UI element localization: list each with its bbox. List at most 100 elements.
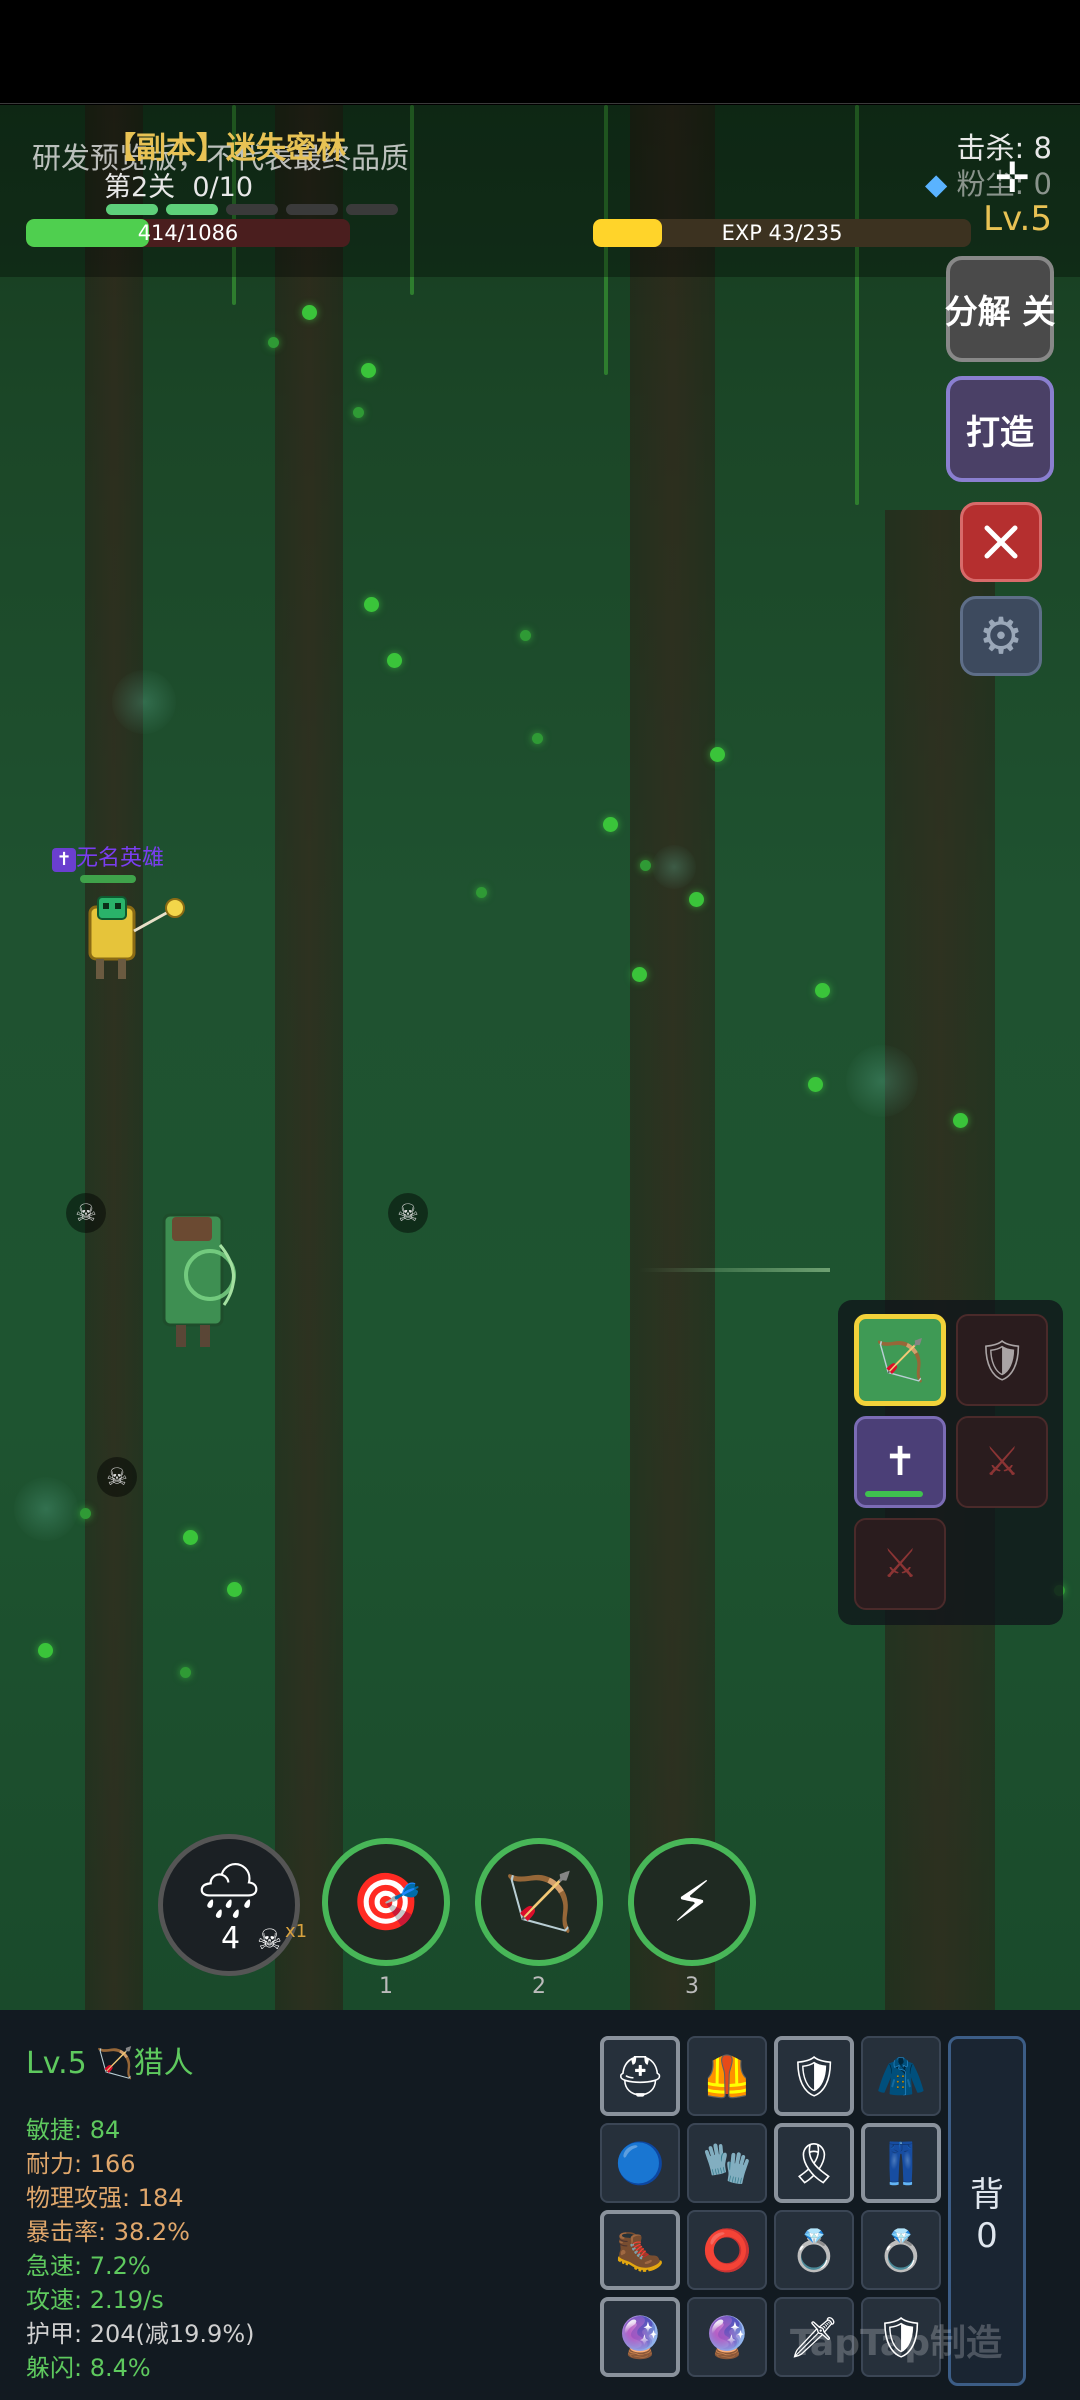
stat-line: 暴击率: 38.2% — [26, 2218, 190, 2246]
cross-icon: ✝ — [883, 1439, 917, 1485]
equipment-slot[interactable]: ⛑ — [600, 2036, 680, 2116]
slot-bow[interactable]: 🏹 — [854, 1314, 946, 1406]
equipment-slot[interactable]: ⭕ — [687, 2210, 767, 2290]
stage-segment — [286, 204, 338, 215]
skill-hotkey: 3 — [685, 1974, 699, 1999]
skull-icon: ☠ — [257, 1923, 283, 1956]
spore-particle — [180, 1667, 191, 1678]
forge-button[interactable]: 打造 — [946, 376, 1054, 482]
equipment-slot[interactable]: 💍 — [774, 2210, 854, 2290]
ambient-glow — [112, 670, 176, 734]
decompose-toggle-button[interactable]: 分解 关 — [945, 256, 1055, 362]
skill-button-2[interactable]: 🏹 — [475, 1838, 603, 1966]
character-panel: Lv.5 🏹猎人 敏捷: 84 耐力: 166 物理攻强: 184 暴击率: 38.2… — [0, 2010, 1080, 2400]
equipment-slot[interactable]: 🧤 — [687, 2123, 767, 2203]
powder-count: ◆ 粉尘: 0 — [925, 167, 1052, 201]
equipment-slot[interactable]: 🦺 — [687, 2036, 767, 2116]
equipment-slot[interactable]: 🔵 — [600, 2123, 680, 2203]
cloak-icon: 🧥 — [876, 2053, 926, 2100]
slot-cross[interactable]: ✝ — [854, 1416, 946, 1508]
ring-icon: 💍 — [789, 2227, 839, 2274]
stage-segment — [166, 204, 218, 215]
bag-count: 0 — [976, 2215, 998, 2256]
skill-hotkey: 1 — [379, 1974, 393, 1999]
stat-line: 急速: 7.2% — [26, 2252, 151, 2280]
boots-icon: 🥾 — [615, 2227, 665, 2274]
player-hunter-sprite[interactable] — [150, 1205, 250, 1355]
settings-button[interactable]: ⚙ — [960, 596, 1042, 676]
equipment-slot[interactable]: 🔮 — [600, 2297, 680, 2377]
stage-label: 第2关 0/10 — [104, 172, 253, 203]
ambient-glow — [652, 845, 696, 889]
chest-armor-icon: 🛡 — [788, 2053, 840, 2100]
skull-multiplier: x1 — [285, 1921, 308, 1942]
spore-particle — [532, 733, 543, 744]
stat-line: 敏捷: 84 — [26, 2116, 121, 2144]
spore-particle — [815, 983, 830, 998]
stat-line: 攻速: 2.19/s — [26, 2286, 164, 2314]
close-icon — [984, 525, 1018, 559]
shield-locked-icon: 🛡 — [976, 1337, 1028, 1384]
spore-particle — [632, 967, 647, 982]
hero-sprite[interactable] — [80, 885, 200, 995]
spore-particle — [80, 1508, 91, 1519]
spore-particle — [353, 407, 364, 418]
belt-icon: 🎗 — [788, 2140, 840, 2187]
spore-particle — [183, 1530, 198, 1545]
spore-particle — [387, 653, 402, 668]
equipment-slot[interactable]: 🧥 — [861, 2036, 941, 2116]
equipment-slot[interactable]: 💍 — [861, 2210, 941, 2290]
skill-button-3[interactable]: ⚡ — [628, 1838, 756, 1966]
watermark: TapTap制造 — [790, 2323, 1002, 2364]
tree-trunk — [885, 510, 995, 2010]
target-icon: 🎯 — [351, 1870, 421, 1935]
orb-icon: 🔮 — [615, 2314, 665, 2361]
skill-button-1[interactable]: 🎯 — [322, 1838, 450, 1966]
bow-icon: 🏹 — [96, 2046, 134, 2081]
stat-line: 躲闪: 8.4% — [26, 2354, 151, 2382]
game-world[interactable]: ☠ ☠ ☠ ✝ 无名英雄 — [0, 105, 1080, 2010]
equipment-slot[interactable]: 👖 — [861, 2123, 941, 2203]
spore-particle — [710, 747, 725, 762]
stat-line: 耐力: 166 — [26, 2150, 136, 2178]
hp-bar: 414/1086 — [26, 219, 350, 247]
spore-particle — [808, 1077, 823, 1092]
weather-skill[interactable]: 🌧 4 ☠ x1 — [158, 1834, 307, 1976]
spore-particle — [361, 363, 376, 378]
dungeon-title: 【副本】迷失密林 — [106, 131, 346, 166]
arrow-projectile — [640, 1268, 830, 1272]
skill-hotkey: 2 — [532, 1974, 546, 1999]
ambient-glow — [14, 1477, 78, 1541]
stat-line: 物理攻强: 184 — [26, 2184, 184, 2212]
bracers-icon: 🧤 — [702, 2140, 752, 2187]
slot-locked[interactable]: ⚔ — [956, 1416, 1048, 1508]
spore-particle — [227, 1582, 242, 1597]
player-level: Lv.5 — [983, 199, 1052, 239]
stage-segment — [226, 204, 278, 215]
slot-locked-shield[interactable]: 🛡 — [956, 1314, 1048, 1406]
ring-icon: ⭕ — [702, 2227, 752, 2274]
tree-trunk — [275, 105, 343, 2010]
bag-label: 背 — [970, 2174, 1004, 2215]
stage-segment — [106, 204, 158, 215]
spore-particle — [364, 597, 379, 612]
tree-trunk — [85, 105, 143, 2010]
equipment-slot[interactable]: 🛡 — [774, 2036, 854, 2116]
fullscreen-icon[interactable]: ✛ — [995, 153, 1030, 202]
equipment-slot[interactable]: 🎗 — [774, 2123, 854, 2203]
equipment-slot[interactable]: 🔮 — [687, 2297, 767, 2377]
equipment-slot[interactable]: 🥾 — [600, 2210, 680, 2290]
stage-segment — [346, 204, 398, 215]
spore-particle — [38, 1643, 53, 1658]
spore-particle — [476, 887, 487, 898]
cross-icon: ✝ — [52, 848, 76, 872]
ambient-glow — [846, 1045, 918, 1117]
close-button[interactable] — [960, 502, 1042, 582]
helmet-icon: ⛑ — [614, 2053, 666, 2100]
bow-icon: 🏹 — [875, 1337, 925, 1384]
shoulders-icon: 🦺 — [702, 2053, 752, 2100]
slot-progress — [865, 1491, 923, 1497]
slot-locked[interactable]: ⚔ — [854, 1518, 946, 1610]
spore-particle — [603, 817, 618, 832]
amulet-icon: 🔵 — [615, 2140, 665, 2187]
